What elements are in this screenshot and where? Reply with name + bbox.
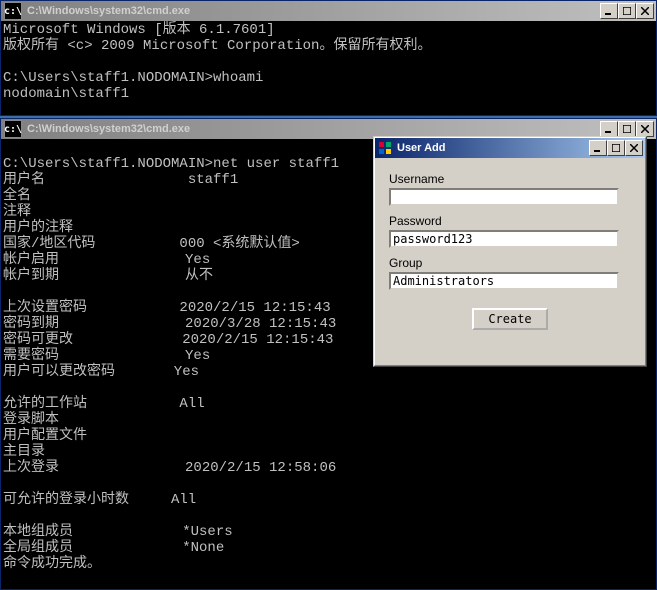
close-button[interactable] bbox=[625, 140, 643, 156]
dialog-title: User Add bbox=[395, 142, 589, 154]
create-button[interactable]: Create bbox=[472, 308, 548, 330]
maximize-button[interactable] bbox=[618, 121, 636, 137]
terminal-output[interactable]: Microsoft Windows [版本 6.1.7601] 版权所有 <c>… bbox=[1, 21, 656, 115]
username-label: Username bbox=[389, 172, 631, 186]
close-button[interactable] bbox=[636, 121, 654, 137]
group-input[interactable] bbox=[389, 272, 619, 290]
cmd-icon: c:\ bbox=[4, 2, 22, 20]
window-controls bbox=[600, 3, 654, 19]
window-controls bbox=[589, 140, 643, 156]
maximize-button[interactable] bbox=[607, 140, 625, 156]
dialog-form: Username Password Group Create bbox=[375, 158, 645, 338]
cmd-icon: c:\ bbox=[4, 120, 22, 138]
app-icon bbox=[378, 141, 392, 155]
titlebar[interactable]: User Add bbox=[375, 138, 645, 158]
password-label: Password bbox=[389, 214, 631, 228]
username-input[interactable] bbox=[389, 188, 619, 206]
close-button[interactable] bbox=[636, 3, 654, 19]
group-label: Group bbox=[389, 256, 631, 270]
window-title: C:\Windows\system32\cmd.exe bbox=[25, 123, 600, 135]
user-add-dialog: User Add Username Password Group Create bbox=[373, 136, 647, 367]
maximize-button[interactable] bbox=[618, 3, 636, 19]
minimize-button[interactable] bbox=[600, 3, 618, 19]
minimize-button[interactable] bbox=[600, 121, 618, 137]
cmd-window-1: c:\ C:\Windows\system32\cmd.exe Microsof… bbox=[0, 0, 657, 116]
button-row: Create bbox=[389, 308, 631, 330]
minimize-button[interactable] bbox=[589, 140, 607, 156]
titlebar[interactable]: c:\ C:\Windows\system32\cmd.exe bbox=[1, 1, 656, 21]
window-title: C:\Windows\system32\cmd.exe bbox=[25, 5, 600, 17]
password-input[interactable] bbox=[389, 230, 619, 248]
window-controls bbox=[600, 121, 654, 137]
